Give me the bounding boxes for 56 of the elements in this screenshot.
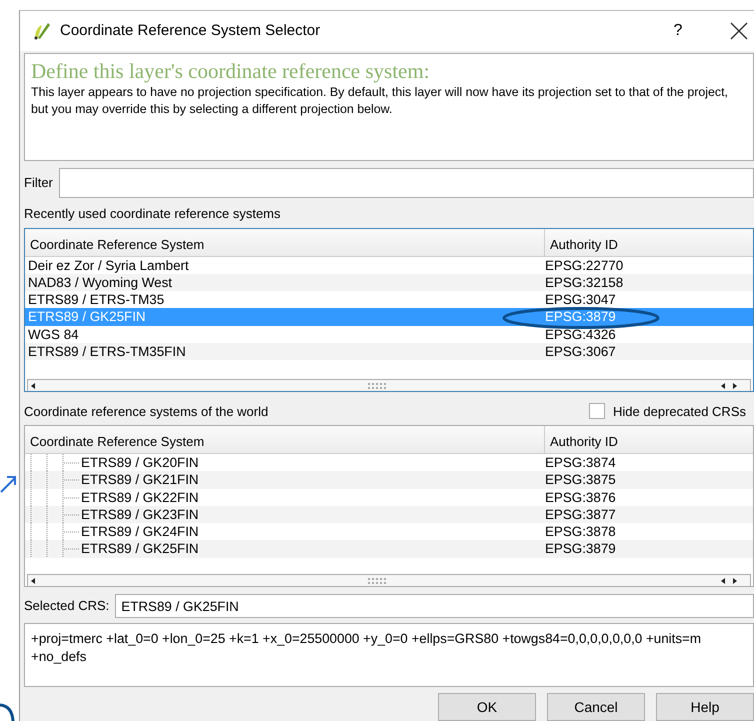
table-cell: EPSG:3879 xyxy=(545,540,616,558)
app-logo-icon xyxy=(32,21,52,41)
filter-field[interactable] xyxy=(58,168,754,198)
annotation-curve xyxy=(0,702,16,721)
horizontal-scrollbar[interactable] xyxy=(27,378,751,390)
cancel-button[interactable]: Cancel xyxy=(547,693,645,721)
column-header[interactable]: Coordinate Reference System xyxy=(25,426,545,453)
selected-crs-label: Selected CRS: xyxy=(24,597,110,616)
table-cell: ETRS89 / GK20FIN xyxy=(81,454,199,472)
table-cell: EPSG:3875 xyxy=(545,471,616,489)
table-cell: EPSG:3878 xyxy=(545,523,616,540)
table-cell: EPSG:4326 xyxy=(545,326,616,343)
section-label: Coordinate reference systems of the world xyxy=(24,402,268,421)
table-cell: EPSG:32158 xyxy=(545,274,624,292)
info-text: This layer appears to have no projection specification. By default, this layer will now have its projection set to that of the project, but you may override this by selecting a different projection below. xyxy=(31,84,729,118)
table-cell: EPSG:3879 xyxy=(545,308,616,326)
window-title: Coordinate Reference System Selector xyxy=(60,20,320,41)
column-header[interactable]: Authority ID xyxy=(545,228,753,256)
info-heading: Define this layer's coordinate reference system: xyxy=(31,58,431,84)
checkbox[interactable] xyxy=(589,403,606,420)
grip-icon xyxy=(368,382,388,388)
section-label: Recently used coordinate reference systems xyxy=(24,205,282,223)
table-cell: NAD83 / Wyoming West xyxy=(28,274,172,292)
proj-string-box: +proj=tmerc +lat_0=0 +lon_0=25 +k=1 +x_0=25500000 +y_0=0 +ellps=GRS80 +towgs84=0,0,0,0,0,0,0 +units=m +no_defs xyxy=(24,623,754,687)
column-header[interactable]: Coordinate Reference System xyxy=(25,228,545,256)
table-cell: ETRS89 / GK25FIN xyxy=(28,308,146,326)
table-row[interactable]: Deir ez Zor / Syria Lambert EPSG:22770 xyxy=(25,256,753,274)
help-button[interactable]: ? xyxy=(658,19,698,43)
table-cell: ETRS89 / GK24FIN xyxy=(81,523,199,540)
ok-button[interactable]: OK xyxy=(438,693,536,721)
table-cell: ETRS89 / ETRS-TM35 xyxy=(28,291,164,308)
column-header[interactable]: Authority ID xyxy=(545,426,753,453)
grip-icon xyxy=(368,578,388,584)
checkbox-label: Hide deprecated CRSs xyxy=(613,402,746,421)
table-cell: EPSG:3047 xyxy=(545,291,616,308)
table-row[interactable]: ETRS89 / ETRS-TM35FIN EPSG:3067 xyxy=(25,342,753,360)
close-icon[interactable] xyxy=(728,20,750,42)
table-cell: Deir ez Zor / Syria Lambert xyxy=(28,256,189,274)
filter-label: Filter xyxy=(24,174,53,192)
horizontal-scrollbar[interactable] xyxy=(27,574,751,586)
table-cell: EPSG:3874 xyxy=(545,454,616,472)
table-cell: ETRS89 / ETRS-TM35FIN xyxy=(28,342,186,360)
table-row[interactable]: ETRS89 / ETRS-TM35 EPSG:3047 xyxy=(25,291,753,308)
table-cell: ETRS89 / GK22FIN xyxy=(81,488,199,506)
table-cell: EPSG:3876 xyxy=(545,488,616,506)
table-cell: EPSG:22770 xyxy=(545,256,624,274)
selected-crs-field[interactable]: ETRS89 / GK25FIN xyxy=(115,594,754,618)
table-cell: EPSG:3067 xyxy=(545,342,616,360)
table-cell: EPSG:3877 xyxy=(545,506,616,524)
table-cell: ETRS89 / GK25FIN xyxy=(81,540,199,558)
table-cell: WGS 84 xyxy=(28,326,79,343)
table-cell: ETRS89 / GK21FIN xyxy=(81,471,199,489)
help-button[interactable]: Help xyxy=(656,693,754,721)
table-cell: ETRS89 / GK23FIN xyxy=(81,506,199,524)
table-row[interactable]: NAD83 / Wyoming West EPSG:32158 xyxy=(25,274,753,292)
table-row[interactable]: WGS 84 EPSG:4326 xyxy=(25,326,753,343)
